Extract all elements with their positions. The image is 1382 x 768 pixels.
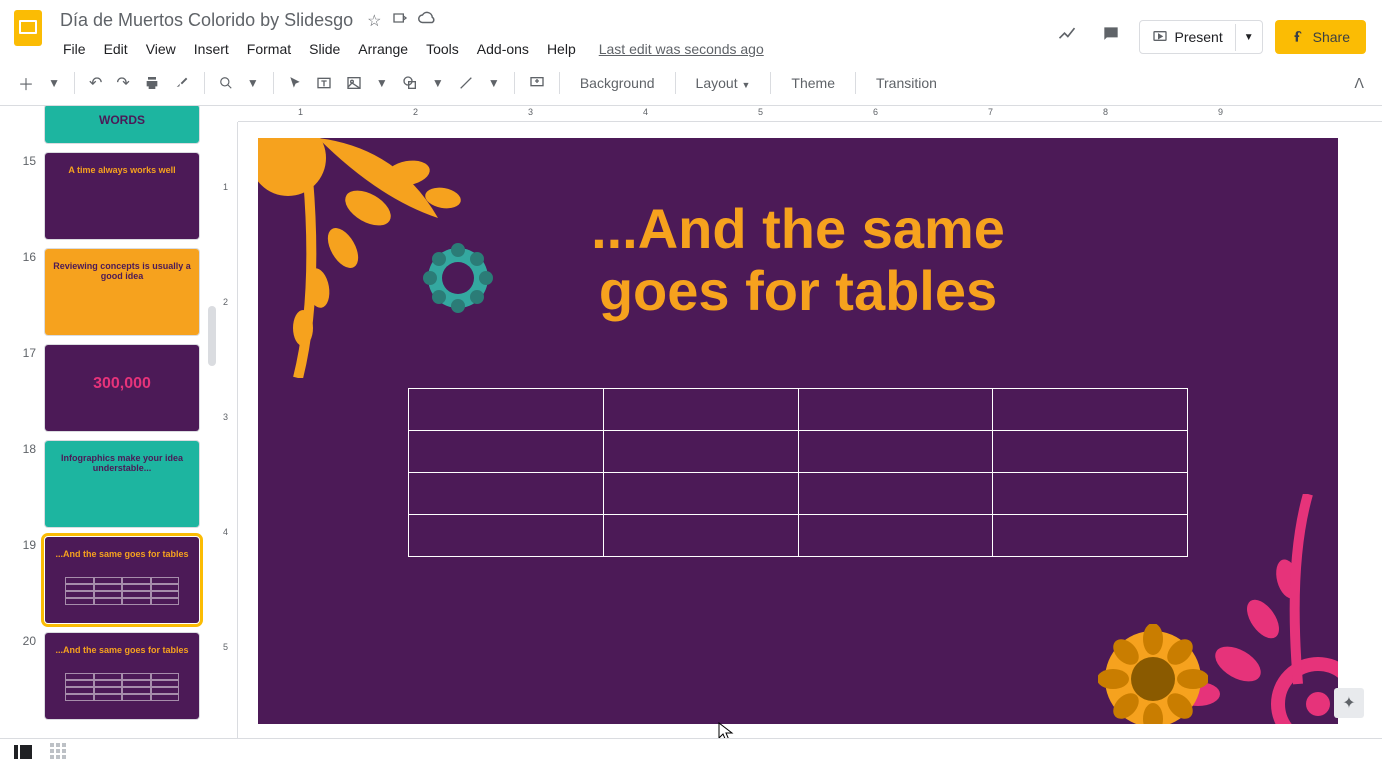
- table-cell[interactable]: [603, 389, 798, 431]
- decorative-flower-orange: [1098, 624, 1208, 724]
- menu-tools[interactable]: Tools: [419, 37, 466, 61]
- toolbar: ＋ ▼ ↶ ↷ ▼ ▼ ▼ ▼ Background Layout ▼ Them…: [0, 61, 1382, 106]
- slide-thumbnail[interactable]: A time always works well: [44, 152, 200, 240]
- line-dropdown[interactable]: ▼: [482, 70, 506, 96]
- theme-button[interactable]: Theme: [779, 69, 847, 97]
- layout-button[interactable]: Layout ▼: [684, 69, 763, 97]
- separator: [855, 72, 856, 94]
- grid-view-icon[interactable]: [50, 743, 66, 764]
- zoom-dropdown[interactable]: ▼: [241, 70, 265, 96]
- present-dropdown[interactable]: ▼: [1235, 24, 1262, 51]
- transition-button[interactable]: Transition: [864, 69, 949, 97]
- zoom-button[interactable]: [213, 70, 239, 96]
- collapse-toolbar-icon[interactable]: ᐱ: [1348, 69, 1370, 98]
- menu-view[interactable]: View: [139, 37, 183, 61]
- menu-file[interactable]: File: [56, 37, 93, 61]
- thumb-number: 20: [16, 632, 36, 648]
- shape-tool[interactable]: [396, 69, 424, 97]
- cloud-status-icon[interactable]: [418, 11, 436, 30]
- thumb-number: 16: [16, 248, 36, 264]
- separator: [559, 72, 560, 94]
- filmstrip-view-icon[interactable]: [14, 743, 32, 764]
- menu-arrange[interactable]: Arrange: [351, 37, 415, 61]
- table-cell[interactable]: [993, 431, 1188, 473]
- slide-thumbnail[interactable]: WORDS: [44, 106, 200, 144]
- present-button[interactable]: Present: [1140, 21, 1234, 53]
- table-cell[interactable]: [993, 389, 1188, 431]
- paint-format-button[interactable]: [168, 69, 196, 97]
- slide-thumbnail[interactable]: 300,000: [44, 344, 200, 432]
- slide-thumbnail[interactable]: Reviewing concepts is usually a good ide…: [44, 248, 200, 336]
- filmstrip[interactable]: WORDS 15 A time always works well 16 Reviewi…: [0, 106, 218, 738]
- print-button[interactable]: [138, 69, 166, 97]
- canvas-area[interactable]: 123456789 12345: [218, 106, 1382, 738]
- redo-button[interactable]: ↷: [110, 67, 135, 99]
- table-cell[interactable]: [409, 515, 604, 557]
- table-cell[interactable]: [409, 389, 604, 431]
- thumb-number: 19: [16, 536, 36, 552]
- image-tool[interactable]: [340, 69, 368, 97]
- separator: [204, 72, 205, 94]
- table-cell[interactable]: [603, 473, 798, 515]
- menu-addons[interactable]: Add-ons: [470, 37, 536, 61]
- present-label: Present: [1174, 29, 1222, 45]
- filmstrip-scrollbar[interactable]: [208, 306, 216, 366]
- activity-icon[interactable]: [1051, 18, 1083, 56]
- slide-thumbnail[interactable]: ...And the same goes for tables: [44, 632, 200, 720]
- last-edit-link[interactable]: Last edit was seconds ago: [599, 37, 764, 61]
- slide-thumbnail[interactable]: Infographics make your idea understable.…: [44, 440, 200, 528]
- explore-button[interactable]: ✦: [1334, 688, 1364, 718]
- image-dropdown[interactable]: ▼: [370, 70, 394, 96]
- menu-slide[interactable]: Slide: [302, 37, 347, 61]
- textbox-tool[interactable]: [310, 69, 338, 97]
- background-button[interactable]: Background: [568, 69, 667, 97]
- line-tool[interactable]: [452, 69, 480, 97]
- slide-title[interactable]: ...And the same goes for tables: [258, 198, 1338, 321]
- table-cell[interactable]: [798, 473, 993, 515]
- separator: [770, 72, 771, 94]
- table-cell[interactable]: [409, 473, 604, 515]
- share-button[interactable]: Share: [1275, 20, 1366, 54]
- document-title[interactable]: Día de Muertos Colorido by Slidesgo: [56, 8, 357, 33]
- new-slide-dropdown[interactable]: ▼: [42, 70, 66, 96]
- present-button-group: Present ▼: [1139, 20, 1262, 54]
- thumb-number: 15: [16, 152, 36, 168]
- menu-insert[interactable]: Insert: [187, 37, 236, 61]
- thumb-number: 17: [16, 344, 36, 360]
- select-tool[interactable]: [282, 70, 308, 96]
- app-logo[interactable]: [8, 8, 48, 48]
- new-slide-button[interactable]: ＋: [12, 65, 40, 101]
- shape-dropdown[interactable]: ▼: [426, 70, 450, 96]
- share-label: Share: [1313, 29, 1350, 45]
- separator: [514, 72, 515, 94]
- table-cell[interactable]: [603, 515, 798, 557]
- menu-bar: File Edit View Insert Format Slide Arran…: [56, 37, 1051, 61]
- slide-thumbnail[interactable]: ...And the same goes for tables: [44, 536, 200, 624]
- table-cell[interactable]: [993, 515, 1188, 557]
- mouse-cursor: [718, 722, 734, 738]
- table-cell[interactable]: [798, 431, 993, 473]
- slide-table[interactable]: [408, 388, 1188, 557]
- thumb-number: 18: [16, 440, 36, 456]
- comments-icon[interactable]: [1095, 18, 1127, 56]
- undo-button[interactable]: ↶: [83, 67, 108, 99]
- menu-help[interactable]: Help: [540, 37, 583, 61]
- menu-format[interactable]: Format: [240, 37, 298, 61]
- ruler-horizontal: 123456789: [238, 106, 1382, 122]
- table-cell[interactable]: [409, 431, 604, 473]
- comment-button[interactable]: [523, 69, 551, 97]
- move-icon[interactable]: [392, 10, 408, 31]
- separator: [273, 72, 274, 94]
- separator: [675, 72, 676, 94]
- table-cell[interactable]: [798, 389, 993, 431]
- table-cell[interactable]: [798, 515, 993, 557]
- separator: [74, 72, 75, 94]
- table-cell[interactable]: [993, 473, 1188, 515]
- table-cell[interactable]: [603, 431, 798, 473]
- menu-edit[interactable]: Edit: [97, 37, 135, 61]
- ruler-vertical: 12345: [218, 122, 238, 738]
- footer: [0, 738, 1382, 768]
- slide-canvas[interactable]: ...And the same goes for tables: [258, 138, 1338, 724]
- star-icon[interactable]: ☆: [367, 11, 381, 31]
